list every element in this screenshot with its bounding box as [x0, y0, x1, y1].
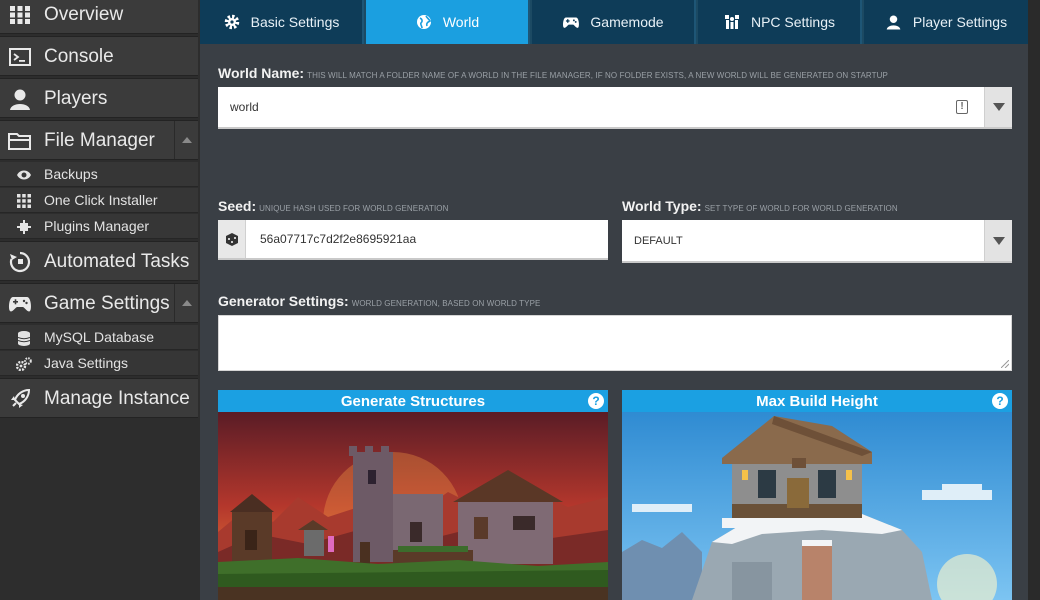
- sidebar-item-game-settings[interactable]: Game Settings: [0, 283, 198, 323]
- tab-world[interactable]: World: [366, 0, 530, 44]
- eye-icon: [16, 167, 32, 183]
- warning-icon: !: [956, 100, 968, 114]
- globe-icon: [415, 14, 433, 30]
- sidebar-subitem-one-click-installer[interactable]: One Click Installer: [0, 188, 198, 213]
- world-type-label: World Type: SET TYPE OF WORLD FOR WORLD G…: [622, 198, 898, 214]
- field-hint: WORLD GENERATION, BASED ON WORLD TYPE: [351, 299, 541, 308]
- main-panel: Basic Settings World Gamemode NPC Settin…: [200, 0, 1028, 600]
- tab-gamemode[interactable]: Gamemode: [532, 0, 696, 44]
- card-header: Generate Structures ?: [218, 390, 608, 412]
- field-label: World Name:: [218, 65, 305, 81]
- sidebar-subitem-java-settings[interactable]: Java Settings: [0, 351, 198, 376]
- tab-label: World: [442, 14, 480, 30]
- max-build-height-card[interactable]: Max Build Height ?: [622, 390, 1012, 600]
- sidebar-item-overview[interactable]: Overview: [0, 0, 198, 34]
- resize-handle-icon: [1001, 360, 1009, 368]
- tasks-icon: [8, 251, 32, 273]
- field-label: Generator Settings:: [218, 293, 349, 309]
- field-hint: UNIQUE HASH USED FOR WORLD GENERATION: [259, 204, 449, 213]
- sidebar-item-label: Players: [44, 88, 108, 109]
- card-title: Generate Structures: [340, 392, 486, 410]
- world-name-select[interactable]: world !: [218, 87, 1012, 129]
- generator-settings-label: Generator Settings: WORLD GENERATION, BAS…: [218, 293, 540, 309]
- sidebar-subitem-label: Backups: [44, 166, 98, 182]
- folder-icon: [8, 130, 32, 152]
- tab-npc-settings[interactable]: NPC Settings: [698, 0, 862, 44]
- card-title: Max Build Height: [756, 392, 878, 410]
- world-type-value: DEFAULT: [634, 235, 683, 247]
- generator-settings-textarea[interactable]: [218, 315, 1012, 371]
- chevron-down-icon: [992, 236, 1005, 245]
- sidebar: Overview Console Players File Manager Ba…: [0, 0, 200, 600]
- seed-value: 56a07717c7d2f2e8695921aa: [260, 232, 417, 246]
- sidebar-item-manage-instance[interactable]: Manage Instance: [0, 378, 198, 418]
- sidebar-subitem-label: Plugins Manager: [44, 218, 150, 234]
- collapse-toggle[interactable]: [174, 284, 198, 322]
- sidebar-item-label: Game Settings: [44, 293, 170, 314]
- plug-icon: [16, 219, 32, 235]
- sidebar-item-console[interactable]: Console: [0, 36, 198, 76]
- collapse-toggle[interactable]: [174, 121, 198, 159]
- settings-tabs: Basic Settings World Gamemode NPC Settin…: [200, 0, 1028, 44]
- village-sunset-image: [218, 412, 608, 600]
- sidebar-item-label: Overview: [44, 4, 124, 25]
- sidebar-subitem-label: MySQL Database: [44, 329, 154, 345]
- sidebar-item-label: Manage Instance: [44, 388, 190, 409]
- generate-structures-card[interactable]: Generate Structures ?: [218, 390, 608, 600]
- user-icon: [8, 88, 32, 110]
- chevron-up-icon: [181, 137, 192, 143]
- field-label: World Type:: [622, 198, 702, 214]
- sidebar-subitem-label: One Click Installer: [44, 192, 158, 208]
- grid-icon: [16, 193, 32, 209]
- field-label: Seed:: [218, 198, 257, 214]
- grid-icon: [8, 4, 32, 26]
- dice-icon[interactable]: [218, 220, 246, 258]
- world-type-select[interactable]: DEFAULT: [622, 220, 1012, 263]
- chevron-down-icon: [992, 103, 1005, 111]
- world-name-label: World Name: THIS WILL MATCH A FOLDER NAME…: [218, 65, 888, 81]
- tab-player-settings[interactable]: Player Settings: [864, 0, 1028, 44]
- seed-field[interactable]: 56a07717c7d2f2e8695921aa: [218, 220, 608, 260]
- database-icon: [16, 330, 32, 346]
- gamepad-icon: [8, 293, 32, 315]
- tab-label: Player Settings: [912, 14, 1008, 30]
- card-header: Max Build Height ?: [622, 390, 1012, 412]
- sidebar-item-players[interactable]: Players: [0, 78, 198, 118]
- dropdown-button[interactable]: [984, 220, 1012, 261]
- sidebar-item-automated-tasks[interactable]: Automated Tasks: [0, 241, 198, 281]
- sidebar-item-label: Automated Tasks: [44, 251, 190, 272]
- sidebar-subitem-label: Java Settings: [44, 355, 129, 371]
- sidebar-item-label: Console: [44, 46, 114, 67]
- cog-icon: [223, 14, 241, 30]
- world-name-value: world: [230, 100, 259, 114]
- dropdown-button[interactable]: [984, 87, 1012, 127]
- npc-icon: [723, 14, 741, 30]
- field-hint: SET TYPE OF WORLD FOR WORLD GENERATION: [704, 204, 898, 213]
- tab-basic-settings[interactable]: Basic Settings: [200, 0, 364, 44]
- sidebar-item-label: File Manager: [44, 130, 155, 151]
- user-icon: [885, 14, 903, 30]
- cogs-icon: [16, 356, 32, 372]
- console-icon: [8, 46, 32, 68]
- sidebar-subitem-plugins-manager[interactable]: Plugins Manager: [0, 214, 198, 239]
- seed-label: Seed: UNIQUE HASH USED FOR WORLD GENERATI…: [218, 198, 448, 214]
- tab-label: NPC Settings: [750, 14, 836, 30]
- help-icon[interactable]: ?: [992, 393, 1008, 409]
- page-scrollbar[interactable]: [1028, 0, 1040, 600]
- sidebar-subitem-backups[interactable]: Backups: [0, 162, 198, 187]
- rocket-icon: [8, 388, 32, 410]
- mountain-house-image: [622, 412, 1012, 600]
- tab-label: Basic Settings: [250, 14, 340, 30]
- field-hint: THIS WILL MATCH A FOLDER NAME OF A WORLD…: [307, 71, 888, 80]
- sidebar-subitem-mysql-database[interactable]: MySQL Database: [0, 325, 198, 350]
- tab-label: Gamemode: [590, 14, 664, 30]
- sidebar-item-file-manager[interactable]: File Manager: [0, 120, 198, 160]
- gamepad-icon: [562, 14, 580, 30]
- chevron-up-icon: [181, 300, 192, 306]
- help-icon[interactable]: ?: [588, 393, 604, 409]
